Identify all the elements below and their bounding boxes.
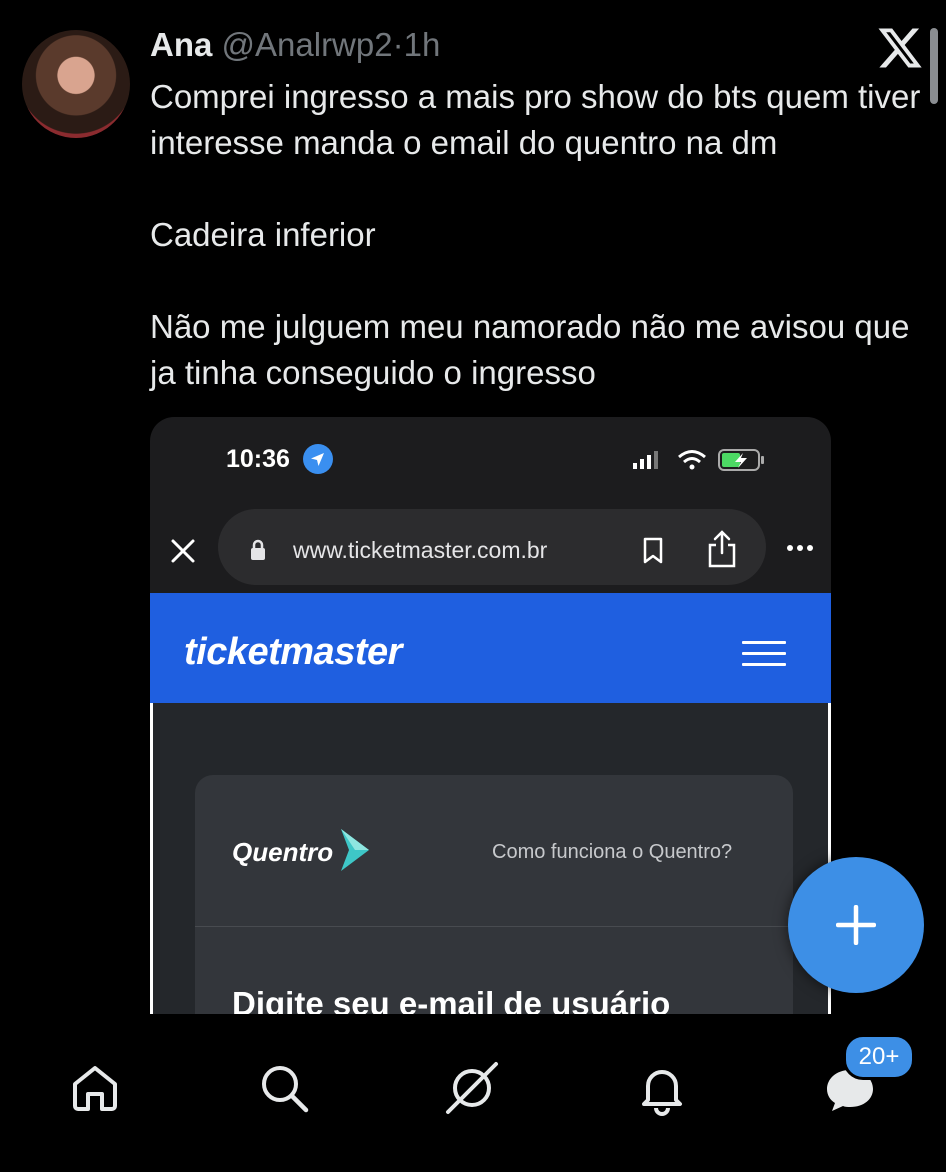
tweet-paragraph-3: Não me julguem meu namorado não me aviso…	[150, 308, 910, 391]
share-icon[interactable]	[706, 529, 738, 569]
ticketmaster-logo[interactable]: ticketmaster	[184, 631, 402, 674]
avatar[interactable]	[22, 30, 130, 138]
url-text: www.ticketmaster.com.br	[293, 537, 548, 563]
quentro-help-link[interactable]: Como funciona o Quentro?	[492, 841, 732, 864]
home-icon[interactable]	[67, 1060, 123, 1116]
close-icon[interactable]	[170, 538, 196, 564]
messages-badge: 20+	[843, 1034, 915, 1080]
tweet-time[interactable]: 1h	[404, 26, 441, 63]
tweet-paragraph-1: Comprei ingresso a mais pro show do bts …	[150, 78, 921, 161]
divider	[195, 926, 793, 927]
separator-dot: ·	[392, 26, 404, 63]
location-arrow-icon	[303, 444, 333, 474]
bookmark-icon[interactable]	[642, 537, 664, 565]
author-name[interactable]: Ana	[150, 26, 212, 63]
search-icon[interactable]	[256, 1060, 312, 1116]
quentro-logo: Quentro	[232, 837, 334, 867]
plus-icon	[836, 905, 876, 945]
tweet-header: Ana @Analrwp2·1h	[150, 26, 440, 64]
bottom-nav	[0, 1014, 946, 1172]
more-options-icon[interactable]	[786, 544, 814, 552]
tweet-paragraph-2: Cadeira inferior	[150, 216, 376, 253]
scrollbar[interactable]	[930, 28, 938, 104]
author-handle[interactable]: @Analrwp2	[222, 26, 393, 63]
grok-icon[interactable]	[444, 1060, 500, 1116]
tweet-media-image[interactable]: 10:36 www.ticketmaster.com.br ticketmast…	[150, 417, 831, 1027]
menu-icon[interactable]	[742, 641, 786, 674]
ticketmaster-header: ticketmaster	[150, 593, 831, 703]
lock-icon	[251, 539, 265, 560]
quentro-chevron-icon	[341, 829, 369, 871]
compose-button[interactable]	[788, 857, 924, 993]
x-logo-icon	[878, 28, 922, 68]
quentro-card: Quentro Como funciona o Quentro? Digite …	[195, 775, 793, 1027]
ticketmaster-body: Quentro Como funciona o Quentro? Digite …	[150, 703, 831, 1027]
status-time: 10:36	[226, 445, 290, 473]
notifications-icon[interactable]	[634, 1060, 690, 1116]
status-icons	[633, 449, 764, 471]
tweet-text: Comprei ingresso a mais pro show do bts …	[150, 74, 930, 396]
